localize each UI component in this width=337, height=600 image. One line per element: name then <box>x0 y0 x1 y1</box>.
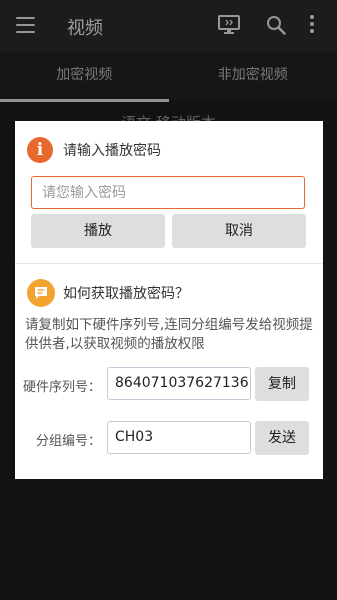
send-button[interactable]: 发送 <box>255 421 309 455</box>
message-icon <box>27 279 55 307</box>
dialog-header: i 请输入播放密码 <box>27 136 161 164</box>
copy-button[interactable]: 复制 <box>255 367 309 401</box>
hardware-serial-label: 硬件序列号： <box>22 380 101 395</box>
help-description: 请复制如下硬件序列号,连同分组编号发给视频提供供者,以获取视频的播放权限 <box>25 317 313 352</box>
play-button[interactable]: 播放 <box>31 214 165 248</box>
help-title: 如何获取播放密码？ <box>63 286 189 302</box>
hardware-serial-field: 864071037627136 <box>107 367 251 400</box>
password-dialog: i 请输入播放密码 播放 取消 如何获取播放密码？ 请复制如下硬件序列号,连同分… <box>15 121 323 479</box>
info-icon: i <box>27 137 53 163</box>
dialog-title: 请输入播放密码 <box>63 143 161 159</box>
help-header: 如何获取播放密码？ <box>27 278 189 308</box>
password-input[interactable] <box>31 176 305 209</box>
divider <box>15 263 323 264</box>
group-number-field[interactable]: CH03 <box>107 421 251 454</box>
cancel-button[interactable]: 取消 <box>172 214 306 248</box>
group-number-label: 分组编号： <box>35 434 101 449</box>
